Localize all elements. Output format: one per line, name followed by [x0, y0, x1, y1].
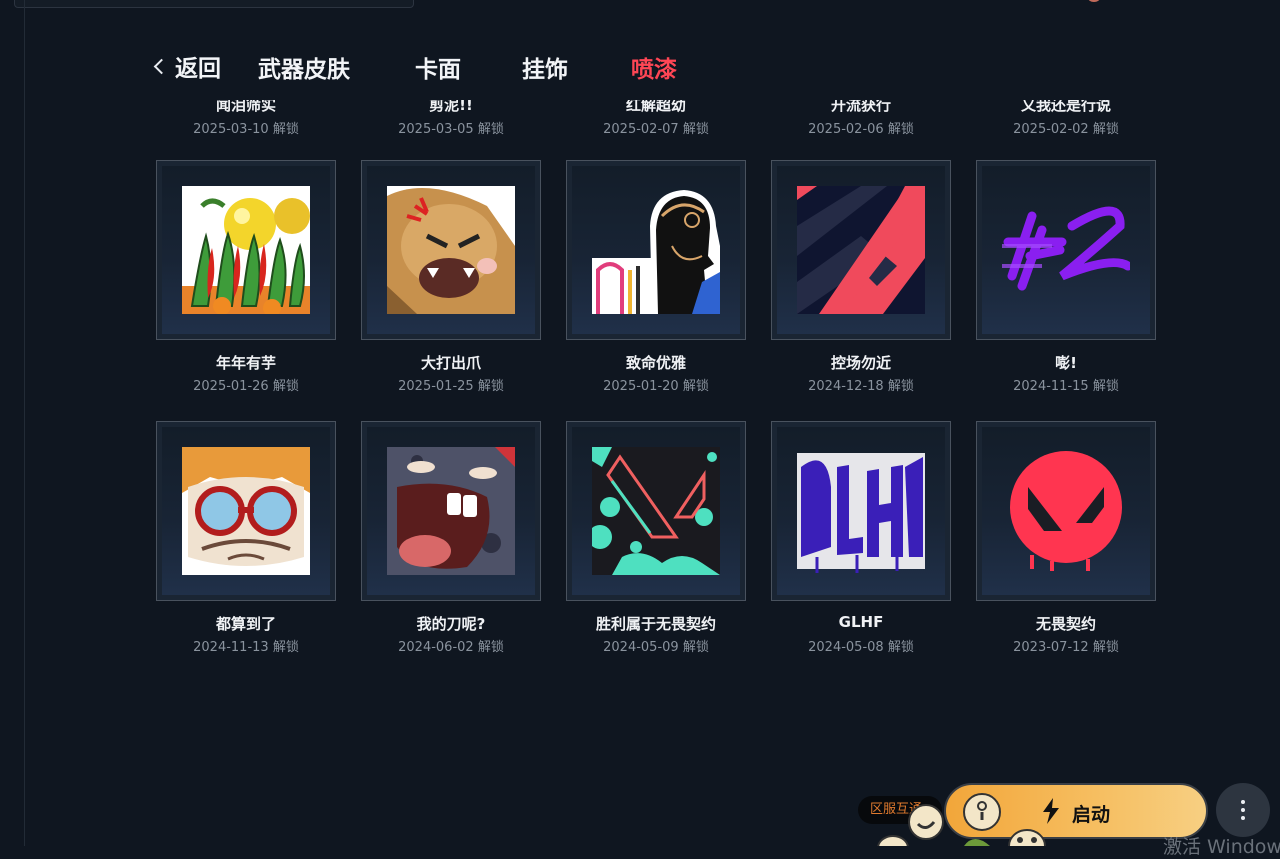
- valorant-red-circle-art: [1010, 451, 1122, 571]
- valorant-logo-splatter-art: [592, 447, 720, 575]
- spray-name: 剪泥!!: [429, 96, 473, 114]
- spray-grid: 闻泪筛实 2025-03-10 解锁 剪泥!! 2025-03-05 解锁 红解…: [0, 96, 1280, 846]
- mascot-bubble-icon: [908, 804, 944, 840]
- spray-name: 又我还是行说: [1020, 96, 1111, 114]
- spray-name: 控场勿近: [830, 354, 891, 372]
- tab-sprays[interactable]: 喷漆: [631, 50, 677, 84]
- vegetable-basket-art: [182, 186, 310, 314]
- spray-card[interactable]: [361, 160, 541, 340]
- agent-profile-art: [592, 190, 720, 314]
- angry-cat-art: [387, 186, 515, 314]
- spray-unlock-date: 2025-02-02 解锁: [1013, 122, 1119, 137]
- spray-card[interactable]: [976, 421, 1156, 601]
- lightning-icon: [1043, 798, 1059, 824]
- glhf-graffiti-art: [797, 453, 925, 573]
- spray-unlock-date: 2024-12-18 解锁: [808, 379, 914, 394]
- top-search-field[interactable]: [14, 0, 414, 8]
- tab-player-cards[interactable]: 卡面: [415, 50, 461, 84]
- spray-name: 闻泪筛实: [215, 96, 276, 114]
- spray-name: 红解超幼: [625, 96, 686, 114]
- spray-card[interactable]: [976, 160, 1156, 340]
- spray-name: 致命优雅: [625, 354, 686, 372]
- spray-unlock-date: 2024-11-15 解锁: [1013, 379, 1119, 394]
- mascot-icon: [963, 793, 1001, 831]
- spray-name: 胜利属于无畏契约: [595, 615, 716, 633]
- back-button[interactable]: 返回: [150, 49, 221, 83]
- user-avatar[interactable]: [1088, 0, 1100, 2]
- spray-unlock-date: 2025-01-20 解锁: [603, 379, 709, 394]
- tab-gun-buddies[interactable]: 挂饰: [522, 50, 568, 84]
- spray-unlock-date: 2025-03-05 解锁: [398, 122, 504, 137]
- goggles-character-art: [182, 447, 310, 575]
- more-options-button[interactable]: [1216, 783, 1270, 837]
- crying-creature-art: [387, 447, 515, 575]
- spray-unlock-date: 2023-07-12 解锁: [1013, 640, 1119, 655]
- spray-unlock-date: 2024-06-02 解锁: [398, 640, 504, 655]
- spray-card[interactable]: [156, 421, 336, 601]
- mascot-bubble-icon: [877, 835, 909, 846]
- spray-card[interactable]: [771, 160, 951, 340]
- spray-name: 我的刀呢?: [416, 615, 486, 633]
- tab-weapon-skins[interactable]: 武器皮肤: [258, 50, 350, 84]
- spray-unlock-date: 2025-01-25 解锁: [398, 379, 504, 394]
- spray-unlock-date: 2025-02-06 解锁: [808, 122, 914, 137]
- leaf-icon: [964, 839, 990, 846]
- spray-card[interactable]: [361, 421, 541, 601]
- spray-card[interactable]: [566, 160, 746, 340]
- collection-nav: 返回: [150, 46, 221, 86]
- mascot-bubble-icon: [1008, 829, 1046, 846]
- spray-name: 开流获行: [830, 96, 891, 114]
- spray-unlock-date: 2024-05-08 解锁: [808, 640, 914, 655]
- spray-card[interactable]: [771, 421, 951, 601]
- spray-name: 大打出爪: [420, 354, 481, 372]
- spray-unlock-date: 2024-05-09 解锁: [603, 640, 709, 655]
- spray-unlock-date: 2025-01-26 解锁: [193, 379, 299, 394]
- spray-card[interactable]: [156, 160, 336, 340]
- spray-unlock-date: 2025-02-07 解锁: [603, 122, 709, 137]
- chevron-logo-art: [797, 186, 925, 314]
- spray-name: 嘭!: [1055, 354, 1077, 372]
- launch-label: 启动: [1072, 804, 1111, 826]
- spray-unlock-date: 2025-03-10 解锁: [193, 122, 299, 137]
- spray-name: 都算到了: [215, 615, 276, 633]
- spray-name: 无畏契约: [1035, 615, 1096, 633]
- spray-card[interactable]: [566, 421, 746, 601]
- spray-unlock-date: 2024-11-13 解锁: [193, 640, 299, 655]
- spray-name: GLHF: [838, 613, 884, 631]
- purple-graffiti-art: [1002, 206, 1130, 291]
- spray-name: 年年有芋: [215, 354, 276, 372]
- back-label: 返回: [175, 56, 221, 82]
- chevron-left-icon: [153, 58, 170, 74]
